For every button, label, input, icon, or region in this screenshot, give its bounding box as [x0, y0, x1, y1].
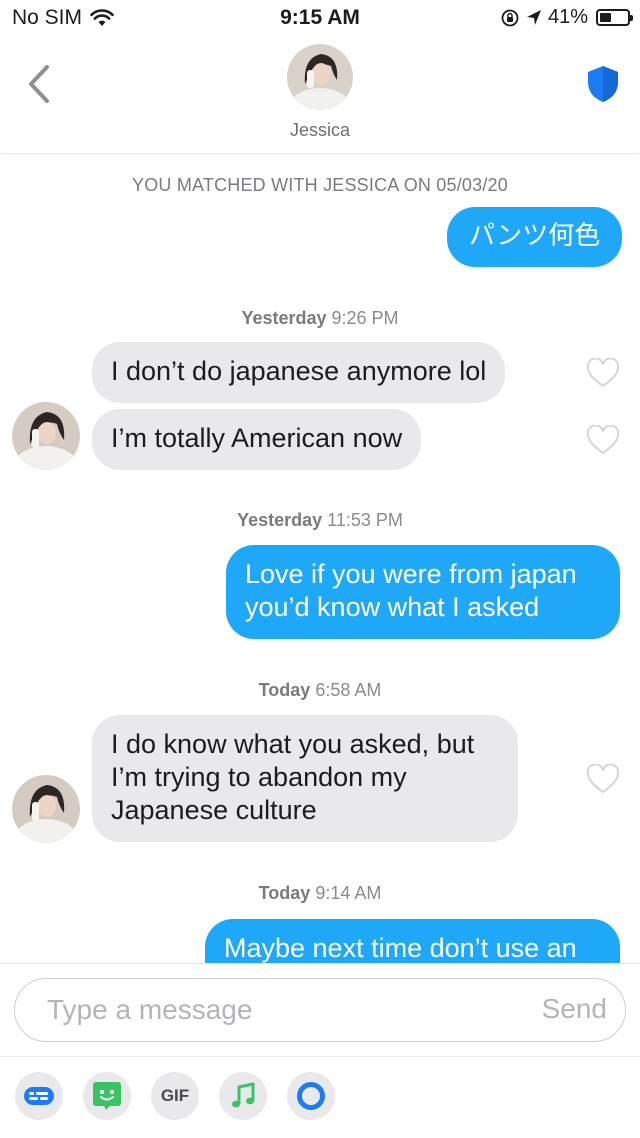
status-left: No SIM: [12, 6, 114, 30]
loop-button[interactable]: [287, 1072, 335, 1120]
timestamp: Yesterday 9:26 PM: [0, 308, 640, 329]
message-text: パンツ何色: [469, 221, 601, 251]
message-text: I don’t do japanese anymore lol: [111, 356, 487, 386]
circle-icon: [297, 1082, 325, 1110]
composer: Send GIF: [0, 963, 640, 1138]
message-input[interactable]: [47, 979, 507, 1041]
heart-icon[interactable]: [586, 425, 620, 455]
carrier-label: No SIM: [12, 6, 83, 29]
safety-toolkit-button[interactable]: [586, 64, 620, 104]
timestamp-day: Today: [258, 883, 311, 903]
sender-avatar[interactable]: [12, 402, 80, 470]
message-list[interactable]: YOU MATCHED WITH JESSICA ON 05/03/20 パンツ…: [0, 155, 640, 963]
shield-icon: [588, 66, 618, 102]
gif-button[interactable]: GIF: [151, 1072, 199, 1120]
message-bubble-incoming[interactable]: I’m totally American now: [92, 409, 422, 470]
bitmoji-icon: [93, 1082, 121, 1110]
wifi-icon: [90, 9, 114, 26]
location-arrow-icon: [526, 9, 541, 25]
music-note-icon: [232, 1082, 255, 1108]
battery-icon: [596, 9, 633, 26]
message-bubble-outgoing[interactable]: Love if you were from japan you’d know w…: [226, 545, 620, 639]
bitmoji-button[interactable]: [83, 1072, 131, 1120]
heart-icon[interactable]: [586, 764, 620, 794]
match-avatar[interactable]: [287, 44, 353, 110]
message-text: I’m totally American now: [111, 423, 403, 453]
music-button[interactable]: [219, 1072, 267, 1120]
timestamp-time: 6:58 AM: [315, 680, 382, 700]
battery-level: [600, 13, 611, 22]
message-bubble-outgoing[interactable]: Maybe next time don’t use an: [205, 919, 620, 963]
message-text: Love if you were from japan you’d know w…: [245, 559, 577, 622]
timestamp: Yesterday 11:53 PM: [0, 510, 640, 531]
timestamp: Today 6:58 AM: [0, 680, 640, 701]
timestamp-day: Yesterday: [241, 308, 327, 328]
timestamp: Today 9:14 AM: [0, 883, 640, 904]
timestamp-time: 9:14 AM: [315, 883, 382, 903]
send-button[interactable]: Send: [542, 993, 607, 1025]
rotation-lock-icon: [501, 9, 519, 26]
composer-toolbar: GIF: [15, 1072, 335, 1120]
message-text: Maybe next time don’t use an: [224, 933, 577, 963]
match-name[interactable]: Jessica: [0, 120, 640, 141]
status-right: 41%: [500, 6, 633, 29]
message-input-wrapper: Send: [14, 978, 626, 1042]
timestamp-day: Today: [258, 680, 311, 700]
sender-avatar[interactable]: [12, 775, 80, 843]
message-bubble-incoming[interactable]: I do know what you asked, but I’m trying…: [92, 715, 518, 842]
status-bar: No SIM 9:15 AM 41%: [0, 0, 640, 38]
message-bubble-outgoing[interactable]: パンツ何色: [447, 207, 623, 267]
timestamp-time: 11:53 PM: [327, 510, 403, 530]
sticker-icon: [24, 1087, 54, 1105]
battery-percent: 41%: [547, 6, 588, 28]
sticker-button[interactable]: [15, 1072, 63, 1120]
match-banner: YOU MATCHED WITH JESSICA ON 05/03/20: [132, 175, 508, 195]
back-button[interactable]: [18, 60, 58, 108]
heart-icon[interactable]: [586, 358, 620, 388]
chat-header: Jessica: [0, 38, 640, 154]
gif-label: GIF: [160, 1086, 190, 1105]
timestamp-time: 9:26 PM: [331, 308, 399, 328]
chevron-left-icon: [29, 65, 49, 103]
message-text: I do know what you asked, but I’m trying…: [111, 729, 475, 825]
composer-divider: [0, 1056, 640, 1057]
timestamp-day: Yesterday: [237, 510, 323, 530]
message-bubble-incoming[interactable]: I don’t do japanese anymore lol: [92, 342, 506, 403]
